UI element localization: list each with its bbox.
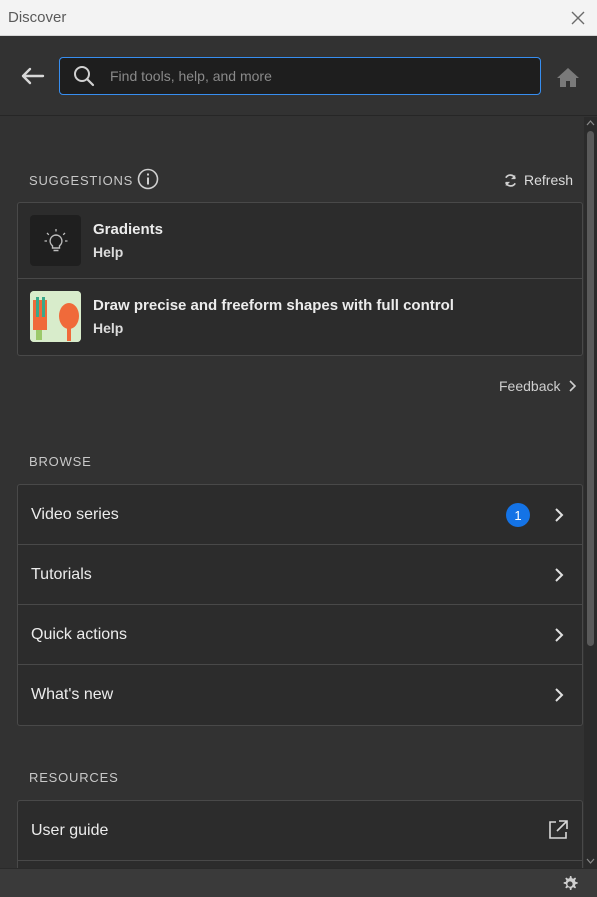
resources-list: User guide <box>17 800 583 868</box>
info-icon[interactable] <box>137 168 159 190</box>
window-title: Discover <box>8 9 67 26</box>
refresh-icon <box>505 173 516 187</box>
refresh-button[interactable]: Refresh <box>503 171 573 189</box>
browse-heading: BROWSE <box>29 454 92 469</box>
chevron-right-icon <box>555 508 564 522</box>
footer-bar <box>0 868 597 897</box>
refresh-label: Refresh <box>524 172 574 188</box>
close-icon[interactable] <box>569 9 587 27</box>
search-icon <box>72 64 96 88</box>
browse-item-label: Quick actions <box>31 625 128 643</box>
browse-item-tutorials[interactable]: Tutorials <box>18 545 582 605</box>
suggestion-title: Gradients <box>93 221 164 238</box>
vertical-scrollbar[interactable] <box>584 117 597 868</box>
scroll-up-arrow-icon[interactable] <box>586 119 595 127</box>
suggestions-heading: SUGGESTIONS <box>29 173 134 188</box>
resources-item-user-guide[interactable]: User guide <box>18 801 582 861</box>
feedback-link[interactable]: Feedback <box>499 378 577 394</box>
gear-icon[interactable] <box>561 875 579 893</box>
header <box>0 36 597 116</box>
scroll-down-arrow-icon[interactable] <box>586 857 595 865</box>
external-link-icon <box>549 820 568 839</box>
shapes-thumbnail <box>30 291 81 342</box>
notification-badge: 1 <box>506 503 530 527</box>
browse-item-label: Tutorials <box>31 565 92 583</box>
scrollbar-thumb[interactable] <box>587 131 594 646</box>
chevron-right-icon <box>555 688 564 702</box>
browse-list: Video series 1 Tutorials Quick actions W… <box>17 484 583 726</box>
browse-item-quick-actions[interactable]: Quick actions <box>18 605 582 665</box>
resources-item-label: User guide <box>31 821 109 839</box>
browse-item-label: Video series <box>31 505 119 523</box>
search-box[interactable] <box>59 57 541 95</box>
browse-item-label: What's new <box>31 686 114 703</box>
chevron-right-icon <box>555 568 564 582</box>
browse-item-video-series[interactable]: Video series 1 <box>18 485 582 545</box>
feedback-label: Feedback <box>499 378 561 394</box>
search-input[interactable] <box>110 58 540 94</box>
suggestion-item[interactable]: Draw precise and freeform shapes with fu… <box>18 279 582 355</box>
suggestion-subtitle: Help <box>93 244 124 260</box>
title-bar: Discover <box>0 0 597 36</box>
chevron-right-icon <box>569 380 577 392</box>
suggestion-title: Draw precise and freeform shapes with fu… <box>93 297 454 314</box>
back-arrow-icon[interactable] <box>18 64 46 88</box>
chevron-right-icon <box>555 628 564 642</box>
lightbulb-icon <box>30 215 81 266</box>
browse-item-whats-new[interactable]: What's new <box>18 665 582 725</box>
suggestions-list: Gradients Help Draw precise and freeform… <box>17 202 583 356</box>
suggestion-item[interactable]: Gradients Help <box>18 203 582 279</box>
resources-heading: RESOURCES <box>29 770 119 785</box>
home-icon[interactable] <box>556 66 580 88</box>
suggestion-subtitle: Help <box>93 320 124 336</box>
discover-content: SUGGESTIONS Refresh Gradients Help Draw … <box>0 117 584 868</box>
